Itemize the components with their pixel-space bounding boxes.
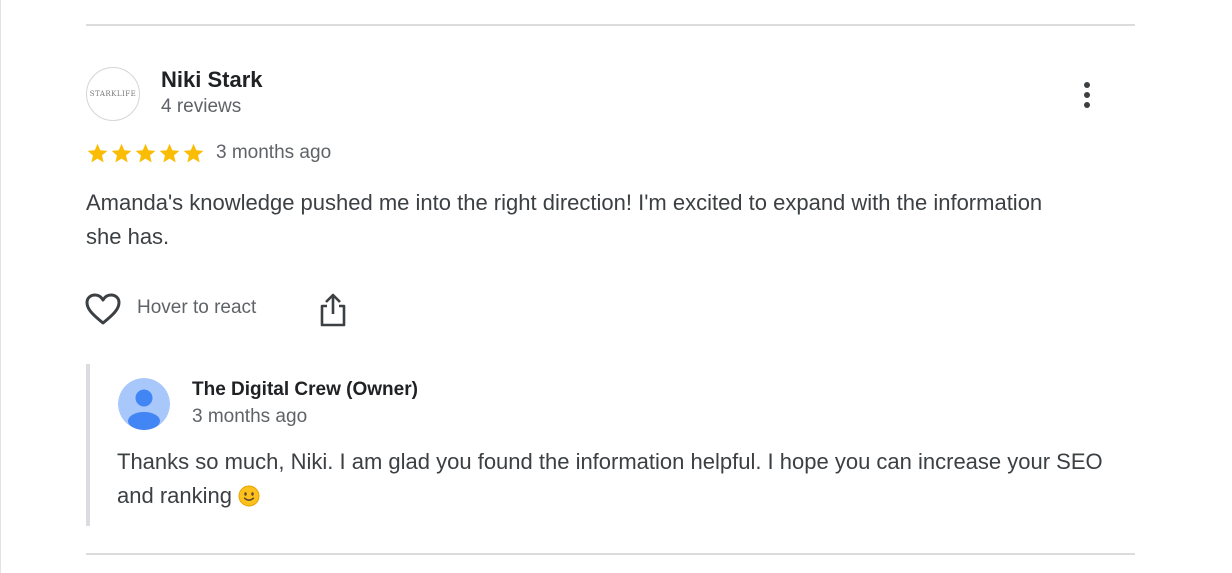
star-icon [159,143,180,163]
star-icon [87,143,108,163]
reviewer-avatar[interactable]: STARKLIFE [86,67,140,121]
like-button[interactable] [84,292,122,326]
heart-outline-icon [85,293,121,325]
bottom-divider [86,553,1135,555]
owner-name: The Digital Crew (Owner) [192,379,418,400]
react-label: Hover to react [137,297,257,318]
slightly-smiling-face-icon [238,485,260,507]
person-icon [118,378,170,430]
more-vert-icon [1084,82,1090,88]
reviewer-name[interactable]: Niki Stark [161,67,263,93]
owner-avatar [118,378,170,430]
share-button[interactable] [317,292,349,328]
owner-reply-time: 3 months ago [192,406,308,427]
top-divider [86,24,1135,26]
owner-reply-bar [86,364,90,526]
share-icon [320,293,346,327]
review-time: 3 months ago [216,142,332,163]
review-text: Amanda's knowledge pushed me into the ri… [86,190,1043,249]
star-icon [135,143,156,163]
star-icon [111,143,132,163]
more-options-button[interactable] [1072,78,1102,112]
more-vert-icon-dot [1084,102,1090,108]
more-vert-icon-dot [1084,92,1090,98]
avatar-logo-text: STARKLIFE [89,90,137,98]
star-rating [86,142,205,166]
reviewer-review-count[interactable]: 4 reviews [161,96,241,118]
star-icon [183,143,204,163]
owner-reply-text: Thanks so much, Niki. I am glad you foun… [117,445,1107,513]
frame-edge [0,0,1,573]
owner-reply-body: Thanks so much, Niki. I am glad you foun… [117,449,1103,508]
